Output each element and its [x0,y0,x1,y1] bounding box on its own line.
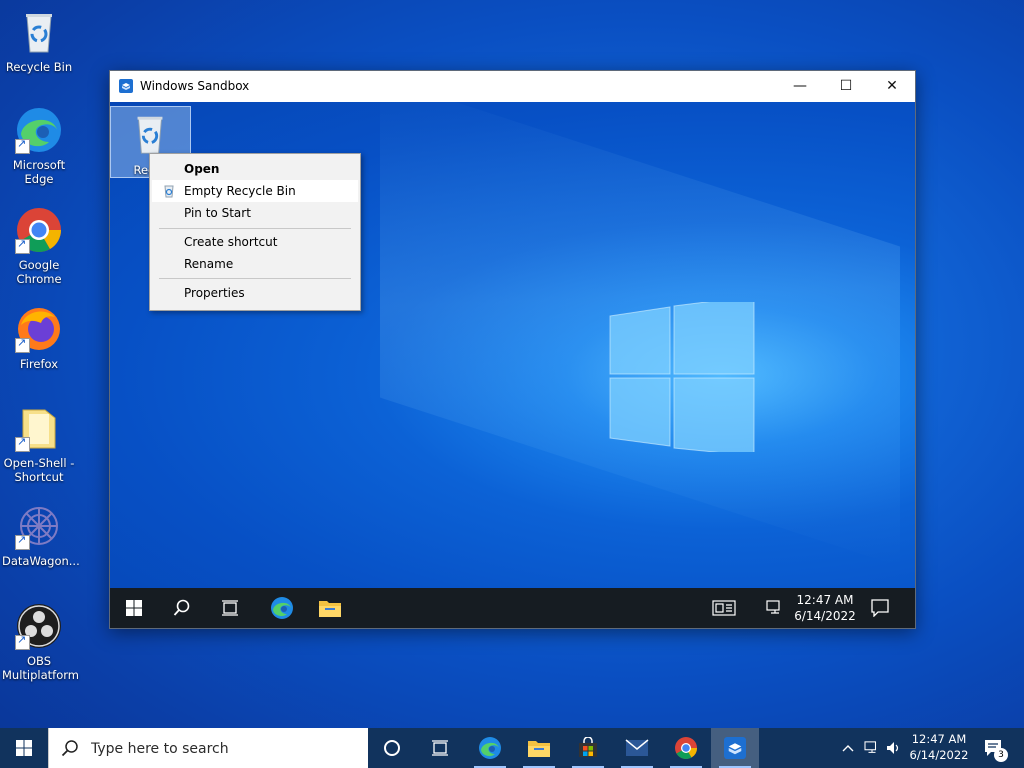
shortcut-arrow-icon [15,533,30,550]
store-icon [579,737,597,757]
sandbox-clock[interactable]: 12:47 AM 6/14/2022 [790,592,860,624]
desktop-icon-open-shell[interactable]: Open-Shell - Shortcut [2,404,76,484]
chrome-icon [15,206,63,254]
sandbox-start-button[interactable] [110,588,158,628]
shortcut-arrow-icon [15,435,30,452]
desktop-icon-microsoft-edge[interactable]: Microsoft Edge [2,106,76,186]
windows-logo-wallpaper [609,302,755,452]
desktop-icon-firefox[interactable]: Firefox [2,305,76,371]
sandbox-task-view-button[interactable] [206,588,254,628]
news-icon [712,600,736,616]
menu-item-rename[interactable]: Rename [152,253,358,275]
show-hidden-icons-button[interactable] [836,728,860,768]
recycle-bin-icon [15,8,63,56]
window-title: Windows Sandbox [140,79,250,93]
sandbox-date: 6/14/2022 [794,609,856,623]
chevron-up-icon [842,745,854,752]
desktop-icon-label: Microsoft Edge [12,158,66,186]
task-view-button[interactable] [416,728,464,768]
notification-count-badge: 3 [994,748,1008,762]
shortcut-arrow-icon [15,633,30,650]
menu-item-pin-to-start[interactable]: Pin to Start [152,202,358,224]
recycle-bin-icon [137,116,163,154]
task-view-icon [432,740,448,756]
taskbar-mail-button[interactable] [613,728,661,768]
taskbar-date: 6/14/2022 [909,748,969,762]
edge-icon [479,737,501,759]
cortana-button[interactable] [368,728,416,768]
sandbox-notification-button[interactable] [856,588,904,628]
menu-separator [159,278,351,279]
recycle-bin-icon [164,185,174,198]
desktop-icon-datawagon[interactable]: DataWagon... [2,502,80,568]
sandbox-network-button[interactable] [760,588,790,628]
desktop-icon-label: DataWagon... [2,554,80,568]
desktop-icon-label: OBS Multiplatform [2,654,79,682]
taskbar-store-button[interactable] [564,728,612,768]
sandbox-app-icon [119,79,133,93]
folder-icon [319,601,341,617]
datawagon-icon [15,502,63,550]
windows-start-icon [16,740,32,756]
taskbar: 12:47 AM 6/14/2022 3 [0,728,1024,768]
sandbox-file-explorer-button[interactable] [306,588,354,628]
cortana-icon [384,740,400,756]
desktop-icon-recycle-bin[interactable]: Recycle Bin [2,8,76,74]
notification-icon [871,599,889,617]
shortcut-arrow-icon [15,336,30,353]
menu-item-label: Empty Recycle Bin [184,184,296,198]
taskbar-search-box[interactable] [48,728,368,768]
edge-icon [271,597,293,619]
desktop-icon-obs[interactable]: OBS Multiplatform [2,602,79,682]
sandbox-search-button[interactable] [158,588,206,628]
menu-item-empty-recycle-bin[interactable]: Empty Recycle Bin [152,180,358,202]
task-view-icon [222,600,238,616]
menu-separator [159,228,351,229]
sandbox-edge-button[interactable] [258,588,306,628]
desktop-icon-label: Google Chrome [16,258,62,286]
close-button[interactable]: ✕ [869,71,915,102]
start-button[interactable] [0,728,48,768]
sandbox-news-button[interactable] [700,588,748,628]
desktop-icon-label: Open-Shell - Shortcut [3,456,75,484]
edge-icon [15,106,63,154]
taskbar-file-explorer-button[interactable] [515,728,563,768]
context-menu: Open Empty Recycle Bin Pin to Start Crea… [149,153,361,311]
search-input[interactable] [89,737,353,761]
search-icon [173,599,190,616]
obs-icon [15,602,63,650]
desktop-icon-label: Firefox [19,357,59,371]
action-center-button[interactable]: 3 [978,728,1008,768]
taskbar-chrome-button[interactable] [662,728,710,768]
sandbox-app-icon [724,737,746,759]
firefox-icon [15,305,63,353]
shortcut-arrow-icon [15,237,30,254]
taskbar-clock[interactable]: 12:47 AM 6/14/2022 [900,731,978,763]
folder-icon [15,404,63,452]
minimize-button[interactable]: — [777,71,823,102]
menu-item-open[interactable]: Open [152,158,358,180]
sandbox-time: 12:47 AM [796,593,854,607]
taskbar-edge-button[interactable] [466,728,514,768]
taskbar-sandbox-button[interactable] [711,728,759,768]
folder-icon [528,741,550,757]
windows-start-icon [126,600,142,616]
maximize-button[interactable]: ☐ [823,71,869,102]
desktop-icon-label: Recycle Bin [5,60,73,74]
menu-item-properties[interactable]: Properties [152,282,358,304]
network-icon [766,600,780,614]
menu-item-create-shortcut[interactable]: Create shortcut [152,231,358,253]
shortcut-arrow-icon [15,137,30,154]
mail-icon [625,739,649,756]
sandbox-titlebar[interactable]: Windows Sandbox — ☐ ✕ [110,71,915,102]
desktop-icon-google-chrome[interactable]: Google Chrome [2,206,76,286]
sandbox-taskbar: 12:47 AM 6/14/2022 [110,588,915,628]
taskbar-time: 12:47 AM [911,732,967,746]
network-icon [864,741,877,753]
network-tray-button[interactable] [860,728,884,768]
chrome-icon [675,737,697,759]
search-icon [61,740,78,757]
